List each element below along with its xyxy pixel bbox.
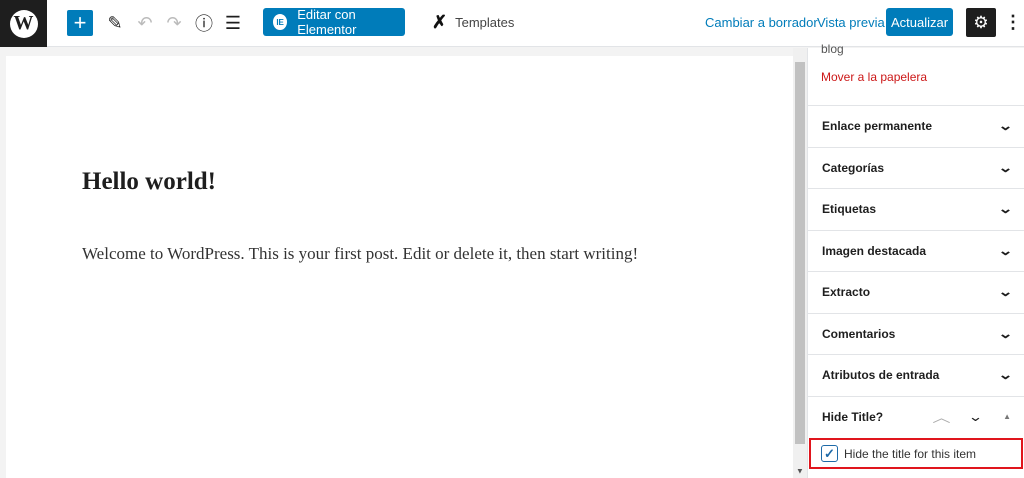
panel-permalink[interactable]: Enlace permanente ⌄ — [808, 105, 1024, 147]
panel-label: Categorías — [822, 160, 885, 175]
chevron-down-icon: ⌄ — [997, 118, 1014, 134]
wordpress-logo-button[interactable]: W — [0, 0, 47, 47]
edit-with-elementor-button[interactable]: IE Editar con Elementor — [263, 7, 405, 37]
top-toolbar: W + ✎ ↶ ↷ ⓘ ☰ IE Editar con Elementor ✗ Te… — [0, 0, 1024, 47]
editor-scrollbar[interactable]: ▲ — [793, 48, 807, 478]
chevron-down-icon[interactable]: ⌄ — [968, 409, 983, 425]
chevron-down-icon: ⌄ — [997, 242, 1014, 258]
chevron-down-icon: ⌄ — [997, 325, 1014, 341]
post-format-value: blog — [821, 42, 844, 56]
chevron-down-icon: ⌄ — [997, 159, 1014, 175]
panel-label: Extracto — [822, 285, 871, 300]
list-view-icon[interactable]: ☰ — [222, 10, 244, 36]
undo-icon[interactable]: ↶ — [134, 10, 156, 36]
chevron-down-icon: ⌄ — [997, 367, 1014, 383]
elementor-icon: IE — [273, 14, 288, 30]
redo-icon[interactable]: ↷ — [163, 10, 185, 36]
panel-label: Atributos de entrada — [822, 368, 940, 383]
panel-label: Imagen destacada — [822, 243, 927, 258]
chevron-down-icon: ⌄ — [997, 201, 1014, 217]
panel-post-attributes[interactable]: Atributos de entrada ⌄ — [808, 354, 1024, 396]
edit-tool-icon[interactable]: ✎ — [104, 10, 126, 36]
info-icon[interactable]: ⓘ — [193, 10, 215, 36]
hide-title-option: ✓ Hide the title for this item — [809, 438, 1023, 469]
hide-title-checkbox-label[interactable]: Hide the title for this item — [844, 447, 976, 461]
panel-comments[interactable]: Comentarios ⌄ — [808, 312, 1024, 355]
elementor-label: Editar con Elementor — [297, 7, 357, 37]
panel-hide-title: Hide Title? ︿ ⌄ ▲ — [808, 395, 1024, 438]
scrollbar-thumb[interactable] — [795, 62, 805, 444]
editor-canvas: Hello world! Welcome to WordPress. This … — [6, 56, 793, 478]
chevron-up-icon[interactable]: ︿ — [933, 407, 951, 426]
panel-label: Hide Title? — [822, 409, 884, 424]
post-title[interactable]: Hello world! — [82, 168, 216, 196]
settings-sidebar: blog Mover a la papelera Enlace permanen… — [807, 42, 1024, 478]
panel-featured-image[interactable]: Imagen destacada ⌄ — [808, 229, 1024, 272]
panel-label: Enlace permanente — [822, 119, 933, 134]
wordpress-icon: W — [9, 9, 38, 38]
templates-icon: ✗ — [432, 12, 448, 32]
post-paragraph[interactable]: Welcome to WordPress. This is your first… — [82, 244, 638, 264]
panel-categories[interactable]: Categorías ⌄ — [808, 146, 1024, 189]
switch-to-draft-link[interactable]: Cambiar a borrador — [705, 15, 818, 30]
collapse-triangle-icon[interactable]: ▲ — [1003, 412, 1011, 421]
move-to-trash-link[interactable]: Mover a la papelera — [821, 70, 927, 84]
panel-tags[interactable]: Etiquetas ⌄ — [808, 188, 1024, 230]
panel-label: Etiquetas — [822, 202, 877, 217]
update-button[interactable]: Actualizar — [886, 8, 953, 36]
preview-link[interactable]: Vista previa — [817, 15, 885, 30]
add-block-button[interactable]: + — [67, 10, 93, 36]
hide-title-checkbox[interactable]: ✓ — [821, 445, 838, 462]
panel-label: Comentarios — [822, 326, 896, 341]
chevron-down-icon: ⌄ — [997, 284, 1014, 300]
scroll-down-arrow-icon[interactable]: ▲ — [796, 467, 804, 476]
settings-gear-icon[interactable]: ⚙ — [966, 8, 996, 37]
more-options-icon[interactable]: ⋮ — [1004, 12, 1022, 33]
templates-button[interactable]: ✗ Templates — [432, 12, 515, 32]
panel-excerpt[interactable]: Extracto ⌄ — [808, 271, 1024, 313]
templates-label: Templates — [455, 14, 515, 30]
